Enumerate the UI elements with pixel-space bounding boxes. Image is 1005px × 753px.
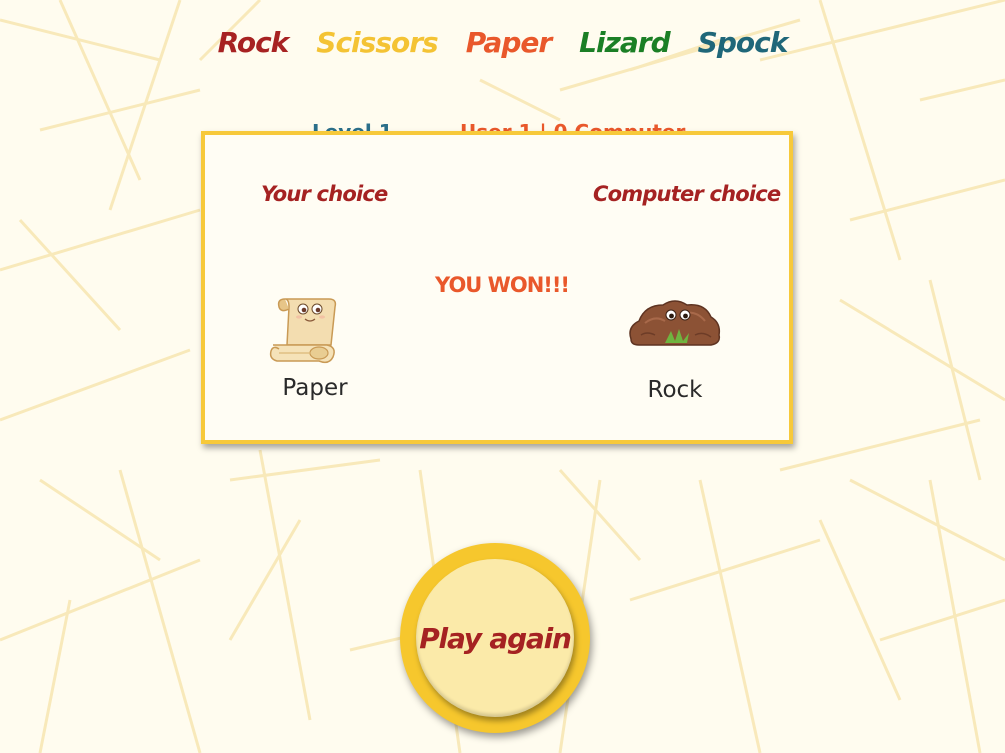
title-word-rock: Rock bbox=[217, 26, 290, 59]
paper-scroll-icon bbox=[269, 298, 337, 364]
computer-choice-label: Rock bbox=[647, 377, 703, 403]
play-again-label: Play again bbox=[419, 621, 572, 655]
user-choice-label: Paper bbox=[282, 375, 348, 401]
result-panel: Your choice Computer choice YOU WON!!! P… bbox=[201, 131, 793, 444]
rock-icon bbox=[629, 300, 721, 346]
your-choice-heading: Your choice bbox=[261, 182, 388, 206]
title-word-paper: Paper bbox=[465, 26, 552, 59]
title-word-scissors: Scissors bbox=[316, 26, 438, 59]
play-again-button[interactable]: Play again bbox=[416, 559, 574, 717]
title-word-spock: Spock bbox=[697, 26, 789, 59]
computer-choice-heading: Computer choice bbox=[593, 182, 781, 206]
game-title: Rock Scissors Paper Lizard Spock bbox=[0, 26, 1005, 59]
play-again-button-ring: Play again bbox=[400, 543, 590, 733]
title-word-lizard: Lizard bbox=[579, 26, 670, 59]
result-message: YOU WON!!! bbox=[435, 273, 570, 297]
